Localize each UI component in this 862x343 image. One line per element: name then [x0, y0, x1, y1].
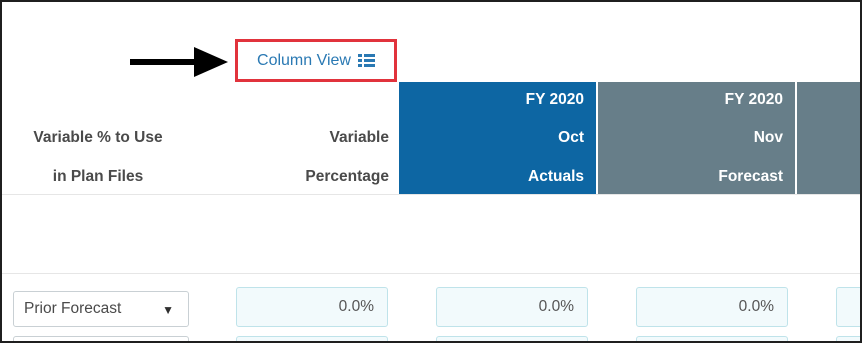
column-view-label: Column View [257, 51, 351, 69]
nov-value-input[interactable]: 0.0% [636, 287, 788, 327]
next-row-input-partial[interactable] [236, 336, 388, 341]
cell-value: 0.0% [338, 298, 374, 315]
column-view-button[interactable]: Column View [235, 39, 397, 82]
period-month: Oct [558, 129, 584, 146]
next-period-input-partial[interactable] [836, 287, 860, 327]
dropdown-caret-icon: ▼ [162, 303, 174, 317]
variable-use-header: Variable % to Use [22, 128, 174, 148]
next-row-input-partial[interactable] [636, 336, 788, 341]
variable-use-header-2: in Plan Files [22, 167, 174, 187]
screenshot-frame: Column View Variable % to Use in Plan Fi… [0, 0, 862, 343]
period-column-nov[interactable]: FY 2020 Nov Forecast [598, 82, 795, 194]
variable-percentage-header-2: Percentage [252, 167, 389, 187]
header-divider [2, 194, 860, 195]
variable-percentage-input[interactable]: 0.0% [236, 287, 388, 327]
variable-use-header-line1: Variable % to Use [33, 129, 163, 146]
next-row-input-partial[interactable] [836, 336, 860, 341]
period-type: Actuals [528, 168, 584, 185]
next-row-select-partial[interactable] [13, 336, 189, 341]
period-month: Nov [753, 129, 783, 146]
variable-use-header-line2: in Plan Files [52, 168, 144, 185]
variable-percentage-header: Variable [252, 128, 389, 148]
list-view-icon [357, 53, 375, 68]
variable-use-select-value: Prior Forecast [24, 300, 122, 317]
period-year: FY 2020 [724, 91, 783, 108]
oct-value-input[interactable]: 0.0% [436, 287, 588, 327]
period-year: FY 2020 [525, 91, 584, 108]
right-arrow-icon [130, 47, 228, 77]
variable-use-select[interactable]: Prior Forecast ▼ [13, 291, 189, 327]
cell-value: 0.0% [738, 298, 774, 315]
period-type: Forecast [718, 168, 783, 185]
cell-value: 0.0% [538, 298, 574, 315]
next-row-input-partial[interactable] [436, 336, 588, 341]
variable-percentage-header-line1: Variable [329, 129, 389, 146]
row-divider [2, 273, 860, 274]
period-column-next-partial[interactable] [797, 82, 860, 194]
variable-percentage-header-line2: Percentage [305, 168, 389, 185]
period-column-oct[interactable]: FY 2020 Oct Actuals [399, 82, 596, 194]
